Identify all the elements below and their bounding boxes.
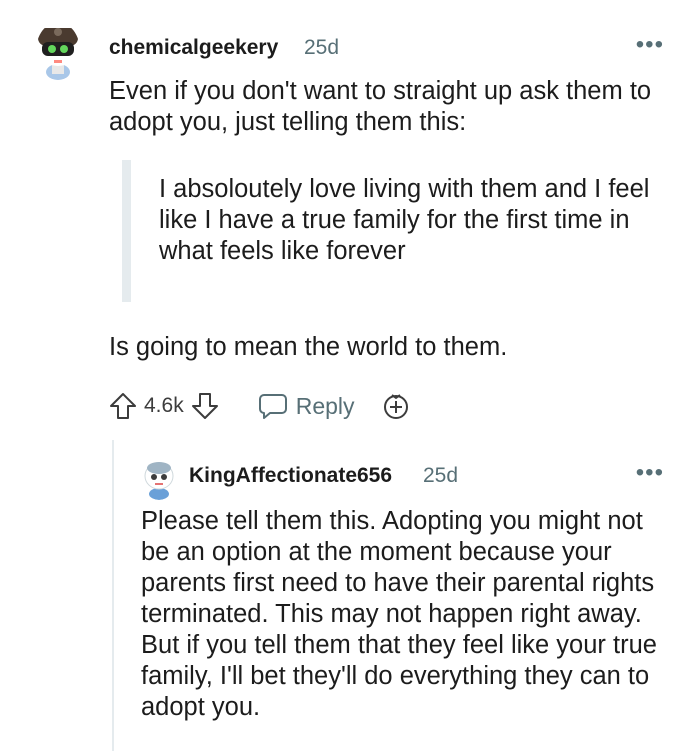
comment-quote: I absoloutely love living with them and … [159,175,650,265]
reply-button[interactable]: Reply [258,392,355,420]
comment-text-intro: Even if you don't want to straight up as… [109,77,652,136]
reply-avatar[interactable] [142,458,176,500]
reply-text: Please tell them this. Adopting you migh… [141,507,657,721]
award-button[interactable] [381,391,411,421]
comment-text-outro: Is going to mean the world to them. [109,333,508,361]
quote-bar [122,160,131,302]
upvote-button[interactable] [108,391,138,421]
more-options-icon[interactable]: ••• [636,33,664,57]
reply-username[interactable]: KingAffectionate656 [189,464,392,488]
award-plus-icon [383,394,408,419]
comment-actions: 4.6k Reply [108,387,411,425]
vote-score: 4.6k [144,394,184,417]
comment-username[interactable]: chemicalgeekery [109,36,278,60]
avatar[interactable] [36,22,80,80]
reply-label: Reply [295,392,355,419]
comment-bubble-icon [258,394,287,419]
downvote-button[interactable] [190,391,220,421]
reply-more-options-icon[interactable]: ••• [636,461,664,485]
reply-age: 25d [423,464,459,487]
comment-age: 25d [304,36,340,59]
upvote-icon [110,393,136,419]
thread-line[interactable] [112,440,114,751]
downvote-icon [191,393,218,419]
